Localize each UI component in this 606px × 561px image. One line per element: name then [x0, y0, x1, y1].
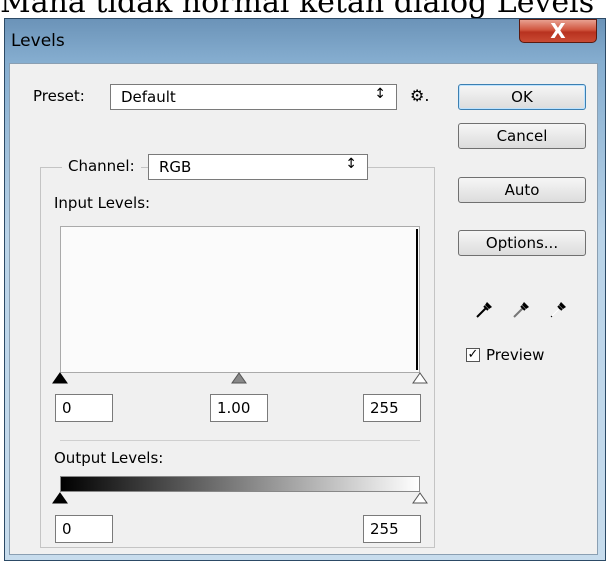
cancel-button[interactable]: Cancel	[458, 123, 586, 149]
input-white-slider[interactable]	[412, 372, 428, 384]
gray-point-eyedropper-icon[interactable]	[511, 298, 533, 320]
page-caption: Mana tidak normal ketah dialog Levels	[0, 0, 595, 20]
output-white-slider[interactable]	[412, 492, 428, 504]
white-point-eyedropper-icon[interactable]	[548, 298, 570, 320]
levels-dialog: Levels X Preset: Default ↕ ⚙. OK Cancel …	[4, 18, 606, 561]
preview-label[interactable]: Preview	[486, 346, 544, 364]
output-black-field[interactable]: 0	[55, 515, 113, 543]
preset-value: Default	[121, 88, 176, 106]
options-button[interactable]: Options...	[458, 230, 586, 256]
channel-select[interactable]: RGB ↕	[148, 154, 368, 180]
input-black-slider[interactable]	[52, 372, 68, 384]
input-gamma-slider[interactable]	[231, 372, 247, 384]
auto-button[interactable]: Auto	[458, 177, 586, 203]
output-white-field[interactable]: 255	[363, 515, 421, 543]
channel-value: RGB	[159, 158, 192, 176]
input-levels-label: Input Levels:	[54, 194, 151, 212]
divider	[60, 440, 420, 441]
output-gradient-bar	[60, 476, 420, 492]
input-white-field[interactable]: 255	[363, 394, 421, 422]
title-bar[interactable]: Levels X	[5, 19, 605, 63]
output-levels-label: Output Levels:	[54, 449, 164, 467]
ok-button[interactable]: OK	[458, 84, 586, 110]
select-arrow-icon: ↕	[345, 156, 357, 172]
input-black-field[interactable]: 0	[55, 394, 113, 422]
preset-select[interactable]: Default ↕	[110, 84, 397, 110]
window-title: Levels	[11, 31, 65, 51]
preset-label: Preset:	[33, 87, 85, 105]
output-black-slider[interactable]	[52, 492, 68, 504]
dialog-body: Preset: Default ↕ ⚙. OK Cancel Auto Opti…	[9, 63, 598, 555]
close-icon: X	[550, 19, 566, 43]
channel-label: Channel:	[62, 157, 141, 175]
histogram	[60, 226, 420, 373]
histogram-bar	[416, 229, 418, 370]
select-arrow-icon: ↕	[374, 86, 386, 102]
input-gamma-field[interactable]: 1.00	[210, 394, 268, 422]
close-button[interactable]: X	[519, 19, 597, 43]
black-point-eyedropper-icon[interactable]	[474, 298, 496, 320]
preset-options-gear-icon[interactable]: ⚙.	[410, 86, 429, 105]
preview-checkbox[interactable]: ✓	[466, 348, 480, 362]
